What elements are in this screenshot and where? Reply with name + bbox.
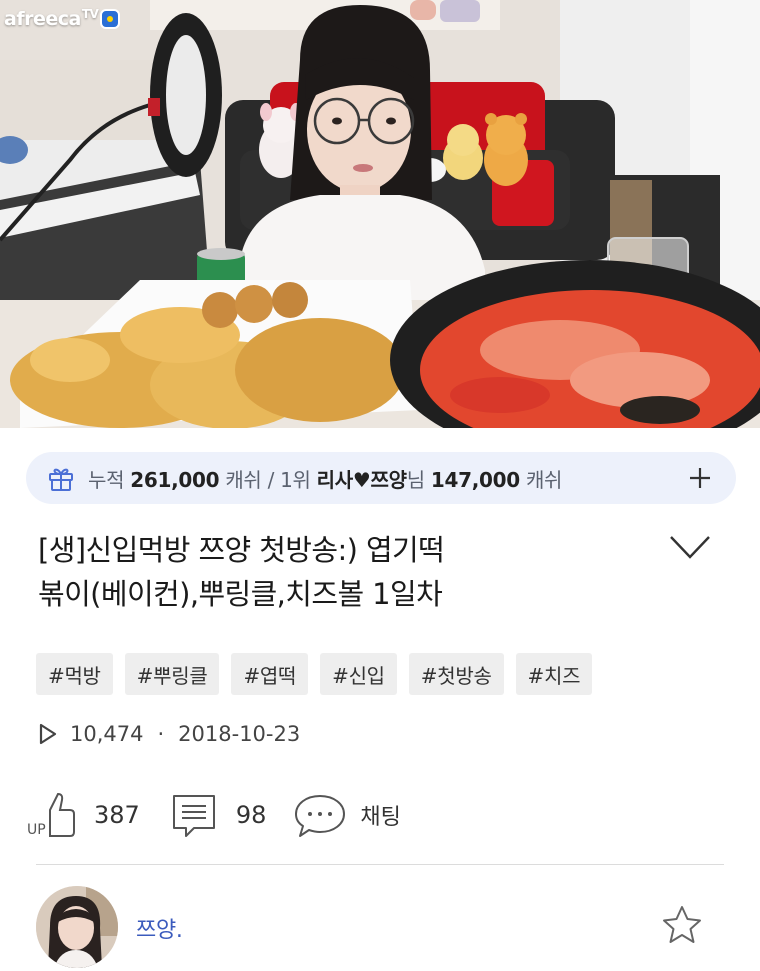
video-frame-thumbnail (0, 0, 760, 428)
video-player[interactable]: afreeca TV (0, 0, 760, 428)
video-title-line-2: 볶이(베이컨),뿌링클,치즈볼 1일차 (38, 577, 443, 611)
action-bar: UP 387 98 채팅 (26, 790, 429, 840)
comment-button[interactable]: 98 (168, 790, 267, 840)
afreecatv-badge-icon (100, 9, 121, 29)
like-button[interactable]: UP 387 (26, 790, 140, 840)
video-meta: 10,474 · 2018-10-23 (38, 722, 300, 746)
video-title-line-1: [생]신입먹방 쯔양 첫방송:) 엽기떡 (38, 533, 445, 567)
chat-bubble-icon (294, 790, 346, 840)
chat-label: 채팅 (360, 805, 401, 830)
hashtag-chip[interactable]: #치즈 (515, 653, 593, 695)
upload-date: 2018-10-23 (178, 722, 301, 746)
afreecatv-logo: afreeca TV (4, 7, 121, 30)
plus-icon[interactable] (686, 464, 714, 492)
section-divider (36, 864, 724, 865)
chat-button[interactable]: 채팅 (294, 790, 401, 840)
play-count-icon (38, 722, 60, 746)
donation-text: 누적 261,000 캐쉬 / 1위 리사♥쯔양님 147,000 캐쉬 (88, 467, 563, 492)
thumbs-up-icon: UP (26, 790, 78, 840)
view-count: 10,474 (70, 722, 144, 746)
channel-avatar[interactable] (36, 886, 118, 968)
like-count: 387 (94, 801, 140, 829)
hashtag-chip[interactable]: #엽떡 (231, 653, 309, 695)
hashtag-chip[interactable]: #신입 (320, 653, 397, 695)
donation-summary-bar[interactable]: 누적 261,000 캐쉬 / 1위 리사♥쯔양님 147,000 캐쉬 (26, 452, 736, 504)
meta-separator: · (157, 722, 165, 746)
comment-count: 98 (235, 801, 267, 829)
gift-icon (46, 463, 76, 493)
svg-text:UP: UP (27, 822, 46, 838)
chevron-down-icon[interactable] (668, 532, 712, 562)
channel-name-link[interactable]: 쯔양. (136, 912, 183, 944)
hashtag-chip[interactable]: #첫방송 (408, 653, 504, 695)
hashtag-chip[interactable]: #뿌링클 (124, 653, 220, 695)
star-icon[interactable] (660, 904, 704, 946)
hashtag-list: #먹방 #뿌링클 #엽떡 #신입 #첫방송 #치즈 (36, 653, 593, 695)
comment-icon (168, 790, 220, 840)
hashtag-chip[interactable]: #먹방 (36, 653, 113, 695)
video-title: [생]신입먹방 쯔양 첫방송:) 엽기떡 볶이(베이컨),뿌링클,치즈볼 1일차 (38, 528, 638, 616)
